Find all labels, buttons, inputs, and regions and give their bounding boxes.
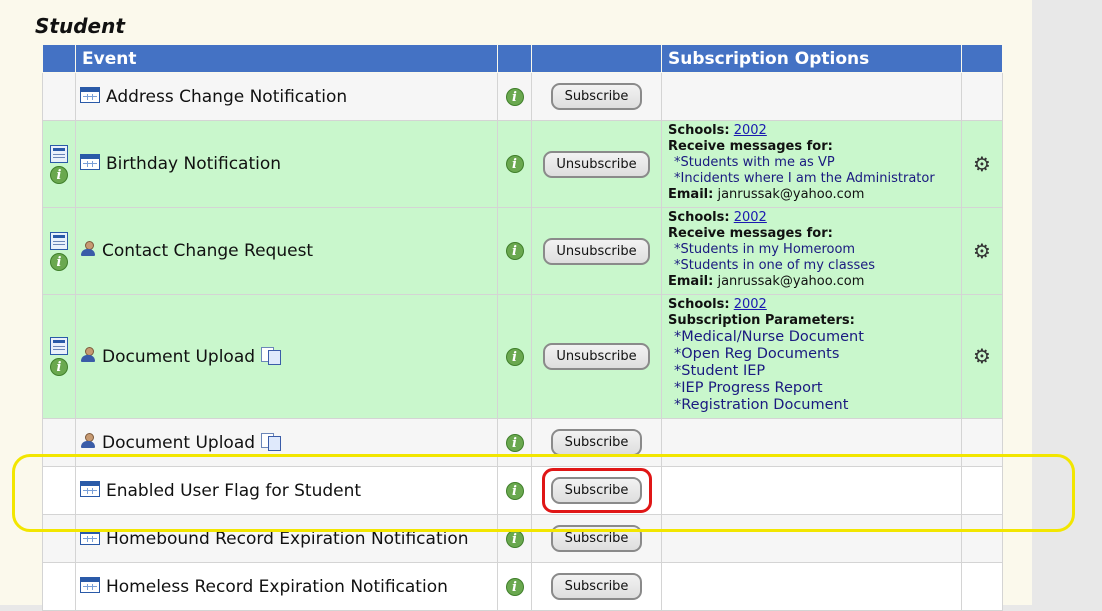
parameter-item: *Open Reg Documents	[674, 346, 840, 362]
event-cell: Birthday Notification	[75, 120, 498, 208]
gear-icon[interactable]: ⚙	[973, 346, 991, 366]
unsubscribe-button[interactable]: Unsubscribe	[543, 150, 650, 178]
header-event: Event	[75, 44, 498, 73]
header-blank	[961, 44, 1003, 73]
event-cell: Document Upload	[75, 418, 498, 467]
event-name: Birthday Notification	[106, 154, 282, 174]
subscribe-button[interactable]: Subscribe	[551, 573, 642, 600]
subscription-options: Schools: 2002 Subscription Parameters: *…	[661, 294, 962, 419]
event-name: Address Change Notification	[106, 86, 348, 107]
documents-icon	[261, 346, 282, 365]
header-subscription-options: Subscription Options	[661, 44, 962, 73]
list-view-icon[interactable]	[50, 231, 68, 250]
event-name: Document Upload	[102, 432, 256, 453]
person-icon	[80, 432, 96, 449]
calendar-icon	[80, 154, 100, 170]
event-name: Document Upload	[102, 346, 256, 367]
table-row: Address Change Notification i Subscribe	[42, 72, 1003, 121]
table-row: i Document Upload i Unsubscribe Schools:…	[42, 294, 1003, 419]
info-icon[interactable]: i	[505, 242, 524, 260]
calendar-icon	[80, 480, 100, 497]
school-link[interactable]: 2002	[734, 210, 767, 225]
parameter-item: *Medical/Nurse Document	[674, 329, 864, 345]
info-icon[interactable]: i	[505, 87, 524, 106]
event-name: Homeless Record Expiration Notification	[106, 576, 448, 597]
list-view-icon[interactable]	[50, 144, 68, 163]
message-item: *Students with me as VP	[674, 155, 835, 170]
info-icon[interactable]: i	[505, 155, 524, 173]
table-row: Document Upload i Subscribe	[42, 418, 1003, 467]
event-cell: Homeless Record Expiration Notification	[75, 562, 498, 611]
subscription-options: Schools: 2002 Receive messages for: *Stu…	[661, 207, 962, 295]
table-row: Enabled User Flag for Student i Subscrib…	[42, 466, 1003, 515]
table-row: i Contact Change Request i Unsubscribe S…	[42, 207, 1003, 295]
documents-icon	[261, 432, 282, 451]
info-icon[interactable]: i	[505, 481, 524, 500]
calendar-icon	[80, 528, 100, 545]
table-row: Homebound Record Expiration Notification…	[42, 514, 1003, 563]
subscribe-button[interactable]: Subscribe	[551, 525, 642, 552]
table-row: Homeless Record Expiration Notification …	[42, 562, 1003, 611]
subscription-options: Schools: 2002 Receive messages for: *Stu…	[661, 120, 962, 208]
event-name: Contact Change Request	[102, 241, 314, 261]
calendar-icon	[80, 576, 100, 593]
unsubscribe-button[interactable]: Unsubscribe	[543, 237, 650, 265]
email-value: janrussak@yahoo.com	[717, 274, 865, 289]
person-icon	[80, 346, 96, 363]
event-cell: Homebound Record Expiration Notification	[75, 514, 498, 563]
message-item: *Students in one of my classes	[674, 258, 876, 273]
gear-icon[interactable]: ⚙	[973, 154, 991, 174]
subscribe-button[interactable]: Subscribe	[551, 477, 642, 504]
person-icon	[80, 241, 96, 257]
message-item: *Students in my Homeroom	[674, 242, 856, 257]
unsubscribe-button[interactable]: Unsubscribe	[543, 343, 650, 370]
event-cell: Contact Change Request	[75, 207, 498, 295]
calendar-icon	[80, 86, 100, 103]
email-value: janrussak@yahoo.com	[717, 187, 865, 202]
table-header-row: Event Subscription Options	[42, 44, 1003, 73]
subscriptions-table: Event Subscription Options Address Chang…	[42, 44, 1003, 611]
list-view-icon[interactable]	[50, 337, 68, 355]
info-icon[interactable]: i	[50, 358, 68, 376]
info-icon[interactable]: i	[50, 165, 68, 184]
info-icon[interactable]: i	[505, 433, 524, 452]
parameter-item: *Registration Document	[674, 397, 849, 413]
message-item: *Incidents where I am the Administrator	[674, 171, 935, 186]
info-icon[interactable]: i	[505, 529, 524, 548]
gear-icon[interactable]: ⚙	[973, 241, 991, 261]
section-title: Student	[35, 14, 125, 38]
header-blank	[531, 44, 662, 73]
subscribe-button[interactable]: Subscribe	[551, 429, 642, 456]
parameter-item: *IEP Progress Report	[674, 380, 823, 396]
info-icon[interactable]: i	[505, 577, 524, 596]
content-panel: Student Event Subscription Options Addre…	[0, 0, 1032, 611]
header-blank	[497, 44, 532, 73]
info-icon[interactable]: i	[50, 252, 68, 271]
subscribe-button[interactable]: Subscribe	[551, 83, 642, 110]
table-row: i Birthday Notification i Unsubscribe Sc…	[42, 120, 1003, 208]
event-cell: Document Upload	[75, 294, 498, 419]
event-name: Homebound Record Expiration Notification	[106, 528, 469, 549]
school-link[interactable]: 2002	[734, 123, 767, 138]
info-icon[interactable]: i	[505, 347, 524, 366]
parameter-item: *Student IEP	[674, 363, 766, 379]
header-blank	[42, 44, 76, 73]
event-cell: Address Change Notification	[75, 72, 498, 121]
event-name: Enabled User Flag for Student	[106, 480, 362, 501]
school-link[interactable]: 2002	[734, 297, 767, 312]
event-cell: Enabled User Flag for Student	[75, 466, 498, 515]
